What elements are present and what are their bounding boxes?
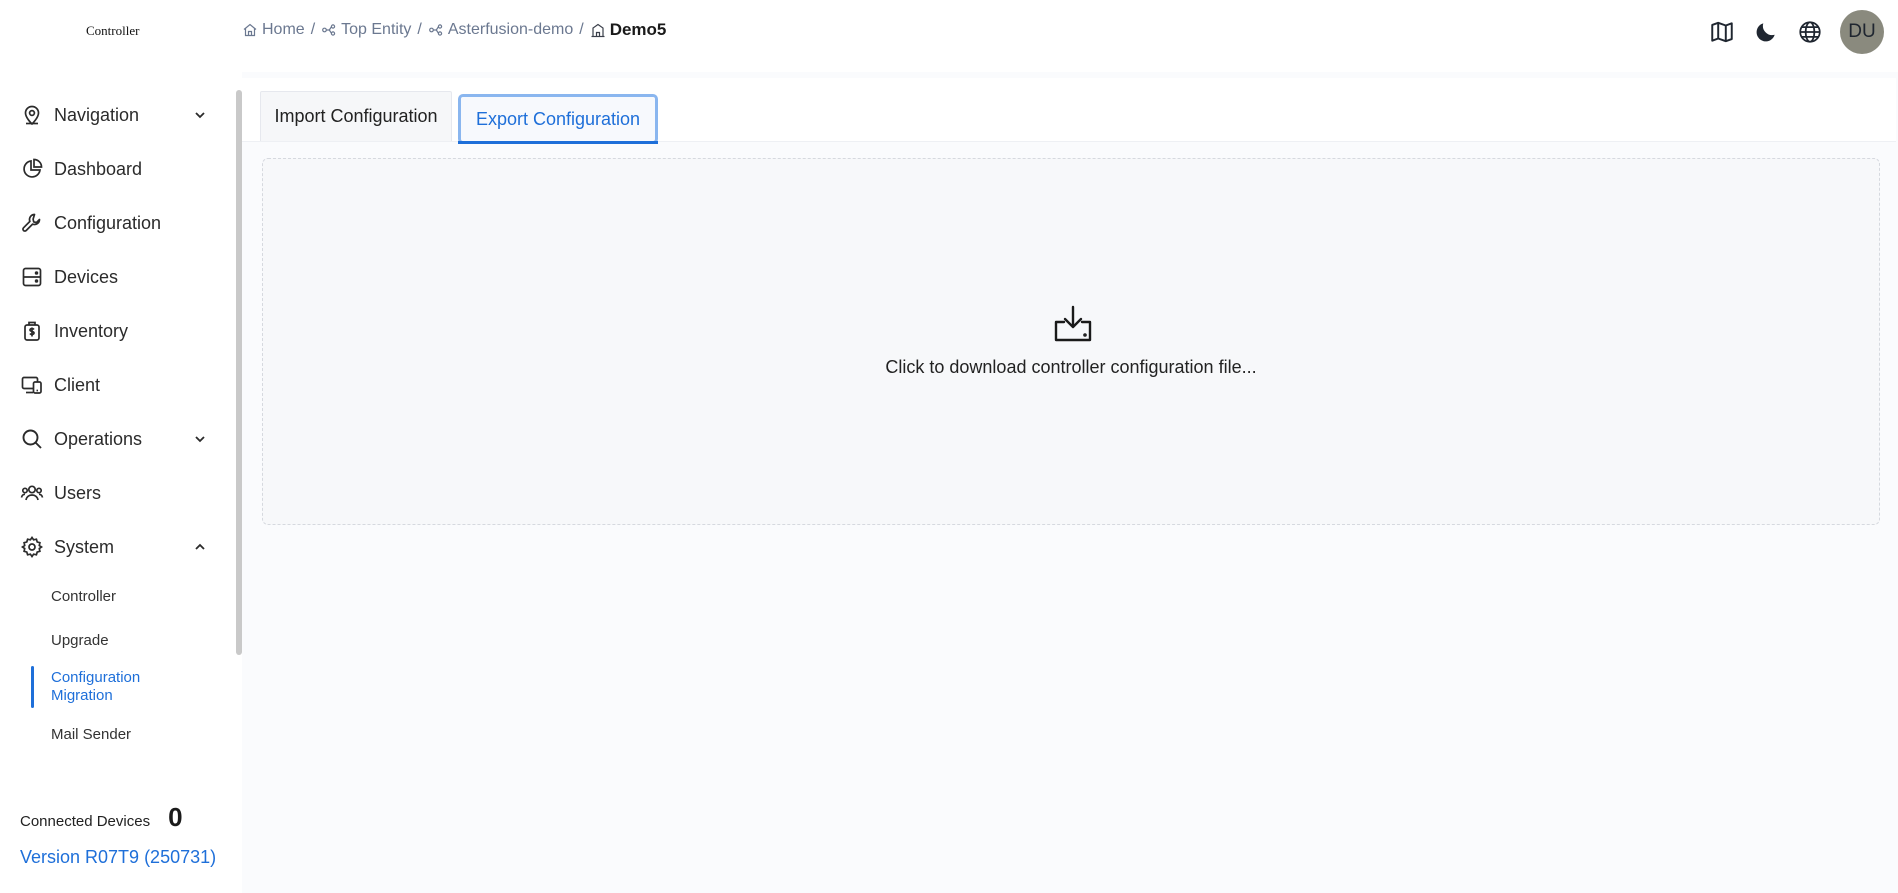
breadcrumb: Home / Top Entity / Asterfusion-demo / D… (242, 20, 666, 40)
sidebar-item-dashboard[interactable]: Dashboard (0, 142, 230, 196)
chevron-up-icon (195, 543, 205, 550)
breadcrumb-home-label: Home (262, 21, 305, 38)
subnav-item-label-line2: Migration (51, 687, 113, 704)
users-icon (20, 485, 44, 501)
sidebar-footer: Connected Devices 0 Version R07T9 (25073… (20, 802, 216, 868)
sidebar-item-label: System (54, 536, 115, 557)
breadcrumb-separator: / (417, 21, 422, 38)
breadcrumb-current: Demo5 (590, 20, 667, 40)
pie-chart-icon (23, 158, 43, 178)
connected-devices-label: Connected Devices (20, 813, 151, 830)
sidebar-item-client[interactable]: Client (0, 358, 230, 412)
sidebar: Navigation Dashboard Configuration Devic… (0, 64, 242, 893)
top-header: Controller Home / Top Entity / Asterfusi… (0, 0, 1898, 64)
chevron-down-icon (195, 436, 205, 443)
gear-icon (20, 536, 44, 558)
language-button[interactable] (1796, 18, 1824, 46)
breadcrumb-current-label: Demo5 (609, 20, 667, 39)
export-instruction: Click to download controller configurati… (885, 357, 1257, 377)
sidebar-item-users[interactable]: Users (0, 466, 230, 520)
subnav-item-label: Mail Sender (51, 725, 132, 743)
subnav-item-mail-sender[interactable]: Mail Sender (0, 712, 230, 756)
subnav-item-upgrade[interactable]: Upgrade (0, 618, 230, 662)
home-icon (243, 23, 257, 37)
server-icon (22, 267, 42, 287)
subnav-item-configuration-migration[interactable]: Configuration Migration (0, 662, 230, 712)
sidebar-item-label: Operations (54, 428, 143, 449)
connected-devices: Connected Devices 0 (20, 802, 216, 833)
location-pin-icon (24, 105, 40, 126)
export-download-area[interactable]: Click to download controller configurati… (262, 158, 1880, 525)
header-actions: DU (1708, 10, 1898, 54)
sidebar-item-devices[interactable]: Devices (0, 250, 230, 304)
breadcrumb-top-entity[interactable]: Top Entity (321, 21, 411, 39)
sidebar-item-label: Configuration (54, 212, 162, 233)
sidebar-item-label: Client (54, 374, 101, 395)
chevron-down-icon (195, 112, 205, 119)
sidebar-item-configuration[interactable]: Configuration (0, 196, 230, 250)
version-link[interactable]: Version R07T9 (250731) (20, 847, 216, 868)
search-icon (22, 429, 42, 449)
subnav-item-label: Upgrade (51, 631, 109, 649)
entity-icon (428, 24, 443, 36)
connected-devices-count: 0 (168, 802, 183, 832)
sidebar-item-operations[interactable]: Operations (0, 412, 230, 466)
map-button[interactable] (1708, 18, 1736, 46)
avatar[interactable]: DU (1840, 10, 1884, 54)
sidebar-item-label: Devices (54, 266, 119, 287)
tab-bar: Import Configuration Export Configuratio… (242, 78, 1896, 144)
map-icon (1711, 21, 1733, 43)
inventory-icon (24, 321, 40, 341)
system-subnav: Controller Upgrade Configuration Migrati… (0, 574, 230, 756)
subnav-item-controller[interactable]: Controller (0, 574, 230, 618)
sidebar-item-label: Users (54, 482, 102, 503)
breadcrumb-separator: / (579, 21, 584, 38)
sidebar-item-label: Dashboard (54, 158, 143, 179)
subnav-item-label: Controller (51, 587, 117, 605)
subnav-item-label-line1: Configuration (51, 669, 141, 686)
main-content: Import Configuration Export Configuratio… (242, 72, 1898, 893)
breadcrumb-home[interactable]: Home (242, 21, 305, 39)
breadcrumb-asterfusion[interactable]: Asterfusion-demo (428, 21, 573, 39)
breadcrumb-asterfusion-label: Asterfusion-demo (447, 21, 574, 38)
sidebar-item-label: Inventory (54, 320, 129, 341)
download-icon (1054, 305, 1092, 342)
tab-export-configuration[interactable]: Export Configuration (458, 94, 658, 144)
venue-icon (591, 23, 605, 38)
sidebar-item-system[interactable]: System (0, 520, 230, 574)
breadcrumb-separator: / (310, 21, 316, 38)
tab-import-configuration[interactable]: Import Configuration (260, 91, 452, 141)
sidebar-item-navigation[interactable]: Navigation (0, 88, 230, 142)
entity-icon (322, 24, 336, 36)
sidebar-item-label: Navigation (54, 104, 140, 125)
sidebar-item-inventory[interactable]: Inventory (0, 304, 230, 358)
moon-icon (1756, 23, 1775, 42)
breadcrumb-top-entity-label: Top Entity (341, 21, 412, 38)
app-logo[interactable]: Controller (86, 23, 139, 39)
client-devices-icon (21, 376, 42, 394)
subnav-item-label: Configuration Migration (51, 669, 140, 705)
globe-icon (1799, 21, 1821, 43)
sidebar-nav: Navigation Dashboard Configuration Devic… (0, 88, 230, 756)
dark-mode-toggle[interactable] (1752, 18, 1780, 46)
wrench-icon (22, 213, 41, 232)
